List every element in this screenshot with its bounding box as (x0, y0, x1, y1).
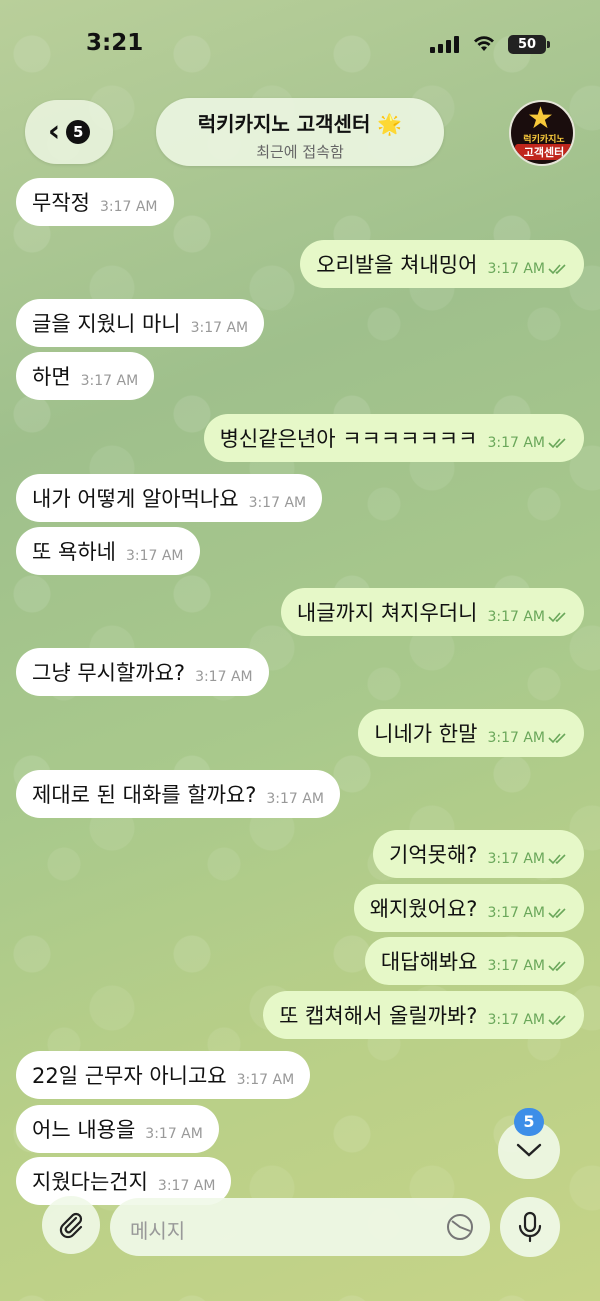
double-check-icon (548, 908, 566, 919)
message-input[interactable]: 메시지 (110, 1198, 490, 1256)
message-incoming[interactable]: 또 욕하네 3:17 AM (16, 527, 200, 575)
message-time: 3:17 AM (157, 1178, 216, 1194)
double-check-icon (548, 438, 566, 449)
wifi-icon (474, 36, 494, 51)
unread-count-badge: 5 (66, 120, 91, 144)
message-time: 3:17 AM (236, 1072, 295, 1088)
message-text: 제대로 된 대화를 할까요? (32, 783, 257, 807)
message-text: 오리발을 쳐내밍어 (316, 253, 478, 277)
back-button[interactable]: ‹ 5 (25, 100, 113, 164)
message-incoming[interactable]: 어느 내용을 3:17 AM (16, 1105, 219, 1153)
status-time: 3:21 (86, 30, 144, 56)
double-check-icon (548, 612, 566, 623)
message-outgoing[interactable]: 오리발을 쳐내밍어 3:17 AM (300, 240, 584, 288)
message-incoming[interactable]: 제대로 된 대화를 할까요? 3:17 AM (16, 770, 340, 818)
message-text: 병신같은년아 ㅋㅋㅋㅋㅋㅋㅋ (219, 427, 478, 451)
chat-title-header[interactable]: 럭키카지노 고객센터 🌟 최근에 접속함 (156, 98, 444, 166)
voice-record-button[interactable] (500, 1197, 560, 1257)
message-text: 22일 근무자 아니고요 (32, 1064, 227, 1088)
message-outgoing[interactable]: 니네가 한말 3:17 AM (358, 709, 584, 757)
message-time: 3:17 AM (487, 609, 568, 625)
message-time: 3:17 AM (487, 435, 568, 451)
status-bar: 3:21 50 (0, 0, 600, 90)
microphone-icon (518, 1211, 542, 1243)
message-text: 그냥 무시할까요? (32, 661, 186, 685)
message-time: 3:17 AM (145, 1126, 203, 1142)
paperclip-icon (59, 1212, 83, 1239)
double-check-icon (548, 961, 566, 972)
message-text: 대답해봐요 (380, 950, 478, 974)
double-check-icon (548, 733, 566, 744)
last-seen-status: 최근에 접속함 (256, 143, 344, 161)
message-time: 3:17 AM (487, 958, 568, 974)
message-time: 3:17 AM (487, 851, 568, 867)
message-outgoing[interactable]: 병신같은년아 ㅋㅋㅋㅋㅋㅋㅋ 3:17 AM (203, 414, 584, 462)
chat-avatar[interactable]: ★ 럭키카지노 고객센터 (509, 100, 575, 166)
message-incoming[interactable]: 글을 지웠니 마니 3:17 AM (16, 299, 265, 347)
message-incoming[interactable]: 그냥 무시할까요? 3:17 AM (16, 648, 269, 696)
message-placeholder: 메시지 (130, 1219, 186, 1243)
message-text: 무작정 (32, 191, 90, 215)
message-incoming[interactable]: 무작정 3:17 AM (16, 178, 174, 226)
message-text: 하면 (32, 365, 71, 389)
message-time: 3:17 AM (190, 320, 249, 336)
message-text: 또 캡쳐해서 올릴까봐? (279, 1004, 478, 1028)
message-text: 내가 어떻게 알아먹나요 (32, 487, 239, 511)
message-time: 3:17 AM (80, 373, 139, 389)
message-text: 지웠다는건지 (32, 1170, 148, 1194)
message-outgoing[interactable]: 또 캡쳐해서 올릴까봐? 3:17 AM (263, 991, 584, 1039)
message-outgoing[interactable]: 내글까지 쳐지우더니 3:17 AM (280, 588, 584, 636)
message-time: 3:17 AM (487, 730, 568, 746)
message-text: 어느 내용을 (32, 1118, 136, 1142)
message-incoming[interactable]: 하면 3:17 AM (16, 352, 155, 400)
battery-indicator: 50 (508, 35, 550, 54)
message-time: 3:17 AM (195, 669, 253, 685)
new-messages-badge: 5 (514, 1108, 544, 1136)
message-time: 3:17 AM (266, 791, 324, 807)
double-check-icon (548, 854, 566, 865)
sticker-icon[interactable] (446, 1213, 474, 1241)
double-check-icon (548, 264, 566, 275)
message-time: 3:17 AM (487, 905, 568, 921)
message-incoming[interactable]: 내가 어떻게 알아먹나요 3:17 AM (16, 474, 323, 522)
message-text: 기억못해? (389, 843, 478, 867)
chat-title: 럭키카지노 고객센터 🌟 (197, 112, 403, 136)
message-time: 3:17 AM (248, 495, 307, 511)
message-outgoing[interactable]: 대답해봐요 3:17 AM (364, 937, 584, 985)
double-check-icon (548, 1015, 566, 1026)
star-logo-icon: ★ (527, 101, 554, 136)
chevron-left-icon: ‹ (47, 114, 61, 149)
message-text: 또 욕하네 (32, 540, 116, 564)
chevron-down-icon (516, 1143, 542, 1157)
message-text: 글을 지웠니 마니 (32, 312, 181, 336)
message-time: 3:17 AM (99, 199, 158, 215)
message-time: 3:17 AM (125, 548, 184, 564)
message-outgoing[interactable]: 왜지웠어요? 3:17 AM (353, 884, 584, 932)
cellular-signal-icon (430, 36, 459, 53)
message-time: 3:17 AM (487, 261, 568, 277)
message-incoming[interactable]: 22일 근무자 아니고요 3:17 AM (16, 1051, 311, 1099)
attach-button[interactable] (42, 1196, 100, 1254)
avatar-logo-subtext: 고객센터 (515, 144, 573, 160)
message-time: 3:17 AM (487, 1012, 568, 1028)
message-outgoing[interactable]: 기억못해? 3:17 AM (373, 830, 584, 878)
message-text: 니네가 한말 (374, 722, 478, 746)
message-text: 왜지웠어요? (369, 897, 478, 921)
message-text: 내글까지 쳐지우더니 (296, 601, 478, 625)
